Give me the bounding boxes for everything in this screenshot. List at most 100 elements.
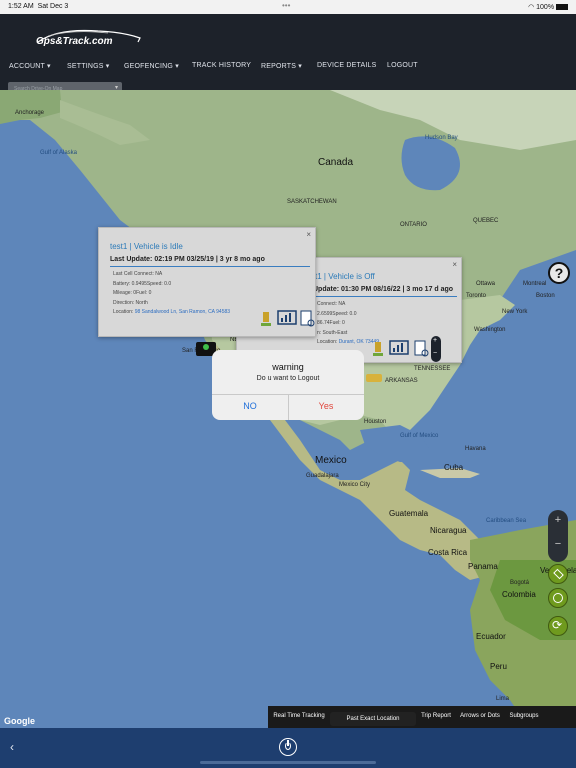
nav-device-details-label: DEVICE DETAILS: [317, 62, 377, 69]
nav-geofencing[interactable]: GEOFENCING ▾: [124, 62, 179, 70]
popup-zoom-in-button[interactable]: +: [433, 337, 437, 344]
location-link[interactable]: 98 Sandalwood Ln, San Ramon, CA 94583: [135, 309, 230, 315]
nav-account[interactable]: ACCOUNT ▾: [9, 62, 51, 70]
map-label-nicaragua: Nicaragua: [430, 526, 467, 535]
map-label-guatemala: Guatemala: [389, 509, 429, 518]
wifi-icon: ◠: [528, 4, 535, 11]
bottom-bar: ‹: [0, 728, 576, 768]
caret-down-icon: ▾: [298, 63, 302, 70]
map-label-toronto: Toronto: [466, 293, 487, 299]
tab-arrows-or-dots[interactable]: Arrows or Dots: [456, 709, 504, 723]
battery-icon: [556, 4, 568, 11]
map-label-cuba: Cuba: [444, 463, 464, 472]
tab-past-exact-location[interactable]: Past Exact Location: [330, 712, 416, 726]
map-label-hudson-bay: Hudson Bay: [425, 135, 458, 141]
map-label-montreal: Montreal: [523, 281, 547, 287]
popup-idle-title: test1 | Vehicle is Idle: [110, 242, 183, 251]
tab-subgroups[interactable]: Subgroups: [506, 709, 542, 723]
detail-line: Mileage: 0Fuel: 0: [113, 290, 152, 296]
map-label-ecuador: Ecuador: [476, 632, 506, 641]
detail-line: 2.6599Speed: 0.0: [317, 310, 357, 317]
time-text: 1:52 AM: [8, 3, 34, 10]
map-label-washington: Washington: [474, 327, 506, 333]
map-label-guadalajara: Guadalajara: [306, 473, 339, 479]
map-label-peru: Peru: [490, 662, 507, 671]
map-label-tennessee: TENNESSEE: [414, 366, 451, 372]
zoom-in-button[interactable]: +: [548, 514, 568, 526]
refresh-button[interactable]: ⟳: [548, 616, 568, 636]
nav-reports[interactable]: REPORTS ▾: [261, 62, 302, 70]
help-icon: ?: [554, 265, 564, 281]
caret-down-icon: ▾: [105, 63, 110, 70]
no-button[interactable]: NO: [212, 401, 288, 411]
zoom-control: + −: [548, 510, 568, 562]
detail-line: n: South-East: [317, 329, 348, 336]
popup-idle-details: Last Cell Connect: NA Battery: 0.9495Spe…: [113, 270, 230, 318]
back-icon[interactable]: ‹: [10, 740, 14, 754]
power-button[interactable]: [279, 738, 297, 756]
tab-trip-report[interactable]: Trip Report: [418, 709, 454, 723]
map-label-bogota: Bogotá: [510, 580, 530, 586]
location-label: Location:: [317, 339, 338, 345]
caret-down-icon: ▾: [47, 63, 51, 70]
map-label-anchorage: Anchorage: [15, 110, 45, 116]
help-button[interactable]: ?: [548, 262, 570, 284]
nav-reports-label: REPORTS: [261, 63, 297, 70]
detail-line: Last Cell Connect: NA: [113, 271, 163, 277]
chart-icon[interactable]: [277, 310, 297, 328]
map-label-panama: Panama: [468, 562, 498, 571]
nav-logout[interactable]: LOGOUT: [387, 62, 418, 69]
nav-track-history[interactable]: TRACK HISTORY: [192, 62, 251, 69]
battery-percent: 100%: [536, 4, 555, 11]
map-label-saskatchewan: SASKATCHEWAN: [287, 199, 337, 205]
trophy-icon[interactable]: [259, 310, 277, 328]
popup-zoom-out-button[interactable]: −: [433, 350, 437, 357]
bottom-tab-bar: Real Time Tracking Past Exact Location T…: [268, 706, 576, 728]
dialog-message: Do u want to Logout: [256, 375, 320, 382]
layers-button[interactable]: [548, 564, 568, 584]
home-indicator: [200, 761, 376, 764]
main-nav: ACCOUNT ▾ SETTINGS ▾ GEOFENCING ▾ TRACK …: [0, 62, 576, 74]
popup-off-divider: [313, 296, 457, 297]
location-label: Location:: [113, 309, 134, 315]
status-right: ◠ 100%: [528, 3, 568, 11]
zoom-out-button[interactable]: −: [548, 538, 568, 550]
yes-button[interactable]: Yes: [288, 401, 364, 411]
history-button[interactable]: [548, 588, 568, 608]
map-label-houston: Houston: [364, 419, 387, 425]
trophy-icon[interactable]: [371, 340, 389, 358]
map-label-ontario: ONTARIO: [400, 222, 427, 228]
report-icon[interactable]: [299, 310, 317, 328]
brand-logo[interactable]: Gps&Track.com: [28, 26, 148, 50]
map-label-havana: Havana: [465, 446, 486, 452]
nav-settings[interactable]: SETTINGS ▾: [67, 62, 109, 70]
map-label-new-york: New York: [502, 309, 528, 315]
detail-line: 86.74Fuel: 0: [317, 320, 345, 326]
map-label-arkansas: ARKANSAS: [385, 378, 418, 384]
chart-icon[interactable]: [389, 340, 409, 358]
tab-real-time-tracking[interactable]: Real Time Tracking: [270, 709, 328, 723]
nav-account-label: ACCOUNT: [9, 63, 45, 70]
vehicle-marker-off[interactable]: [366, 374, 382, 382]
nav-geofencing-label: GEOFENCING: [124, 63, 174, 70]
logo-text: Gps&Track.com: [36, 36, 113, 47]
nav-settings-label: SETTINGS: [67, 63, 104, 70]
layers-icon: [553, 568, 564, 580]
nav-logout-label: LOGOUT: [387, 62, 418, 69]
pin-icon: [203, 344, 209, 350]
map-label-costa-rica: Costa Rica: [428, 548, 468, 557]
map-label-boston: Boston: [536, 293, 555, 299]
clock-icon: [553, 593, 563, 603]
map-label-canada: Canada: [318, 157, 354, 168]
map-label-mexico-city: Mexico City: [339, 482, 371, 488]
popup-off-details: Connect: NA 2.6599Speed: 0.0 86.74Fuel: …: [317, 300, 379, 348]
dialog-title: warning: [272, 362, 304, 372]
refresh-icon: ⟳: [552, 618, 563, 632]
close-icon[interactable]: ×: [306, 230, 311, 239]
report-icon[interactable]: [413, 340, 431, 358]
multitask-dots: •••: [282, 1, 291, 10]
close-icon[interactable]: ×: [452, 260, 457, 269]
nav-device-details[interactable]: DEVICE DETAILS: [317, 62, 376, 69]
popup-off-title: t1 | Vehicle is Off: [315, 272, 375, 281]
popup-off-update: Update: 01:30 PM 08/16/22 | 3 mo 17 d ag…: [313, 286, 454, 293]
